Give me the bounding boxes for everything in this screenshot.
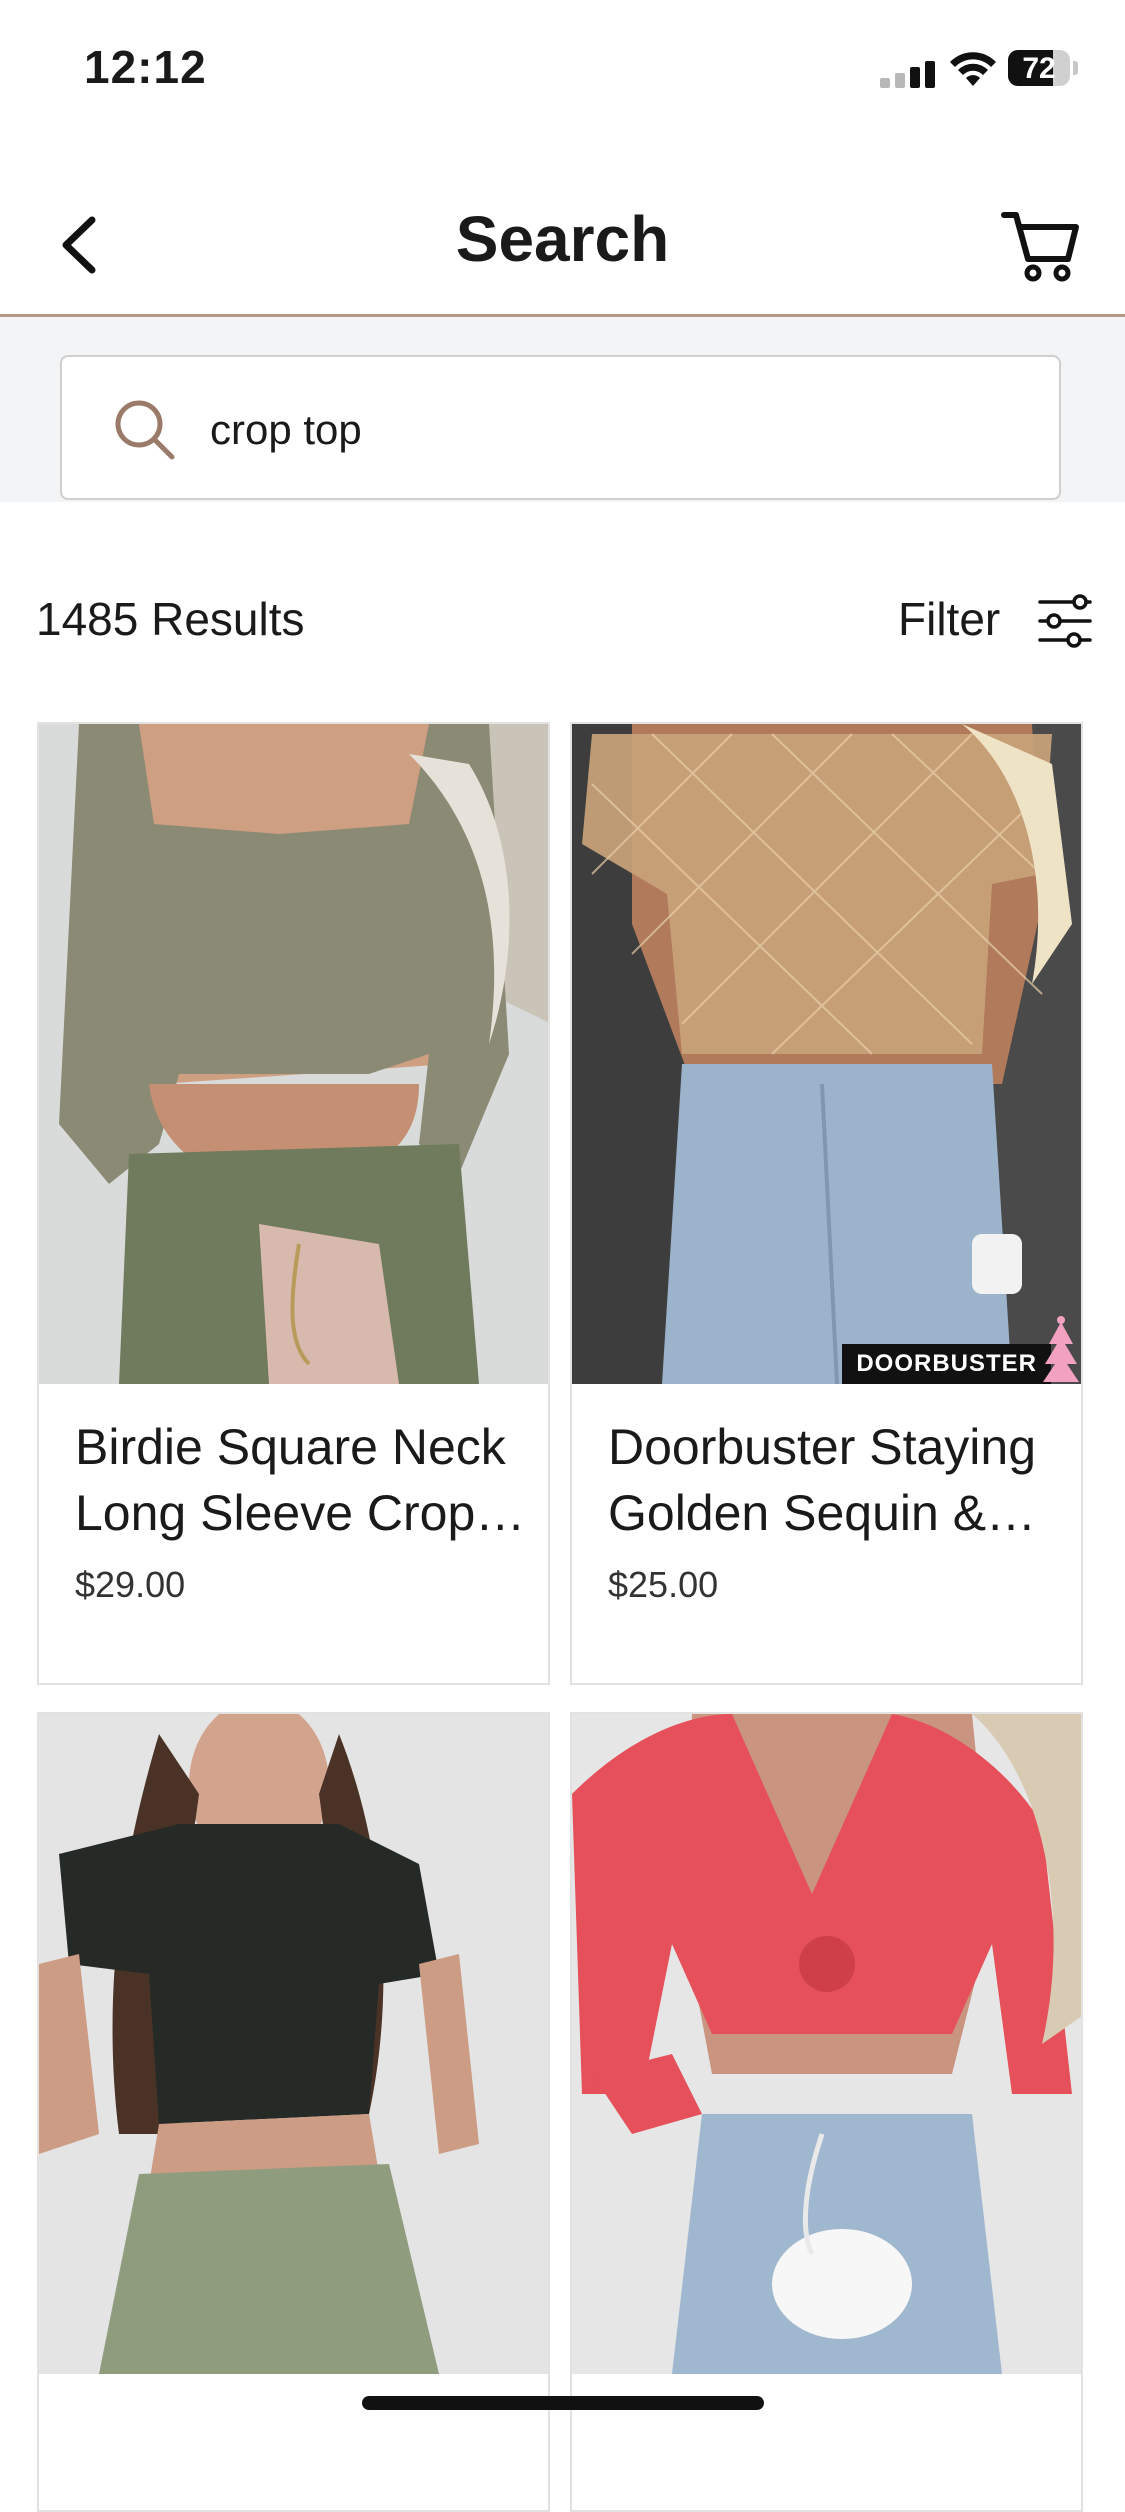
search-bar[interactable] <box>60 355 1061 500</box>
product-image <box>39 1714 548 2374</box>
product-card[interactable]: DOORBUSTER Doorbuster Staying Golden Seq… <box>570 722 1083 1685</box>
status-time: 12:12 <box>84 41 207 93</box>
wifi-icon <box>950 52 996 86</box>
home-indicator <box>362 2396 764 2410</box>
battery-icon: 72 <box>1008 50 1078 86</box>
results-count: 1485 Results <box>36 593 305 645</box>
product-card[interactable] <box>37 1712 550 2512</box>
product-card[interactable]: Birdie Square Neck Long Sleeve Crop… $29… <box>37 722 550 1685</box>
product-image <box>572 1714 1081 2374</box>
product-card[interactable] <box>570 1712 1083 2512</box>
filter-button[interactable]: Filter <box>898 584 1098 660</box>
product-image: DOORBUSTER <box>572 724 1081 1384</box>
product-price: $25.00 <box>608 1564 719 1605</box>
app-header: Search <box>0 170 1125 315</box>
page-title: Search <box>455 203 670 275</box>
sliders-icon <box>1038 594 1092 648</box>
product-name: Birdie Square Neck Long Sleeve Crop… <box>75 1419 526 1541</box>
status-bar: 12:12 72 <box>0 0 1125 140</box>
search-input[interactable] <box>210 395 1010 465</box>
search-area <box>0 317 1125 502</box>
filter-label: Filter <box>898 593 1001 645</box>
doorbuster-badge: DOORBUSTER <box>842 1344 1051 1384</box>
cart-icon[interactable] <box>1000 205 1080 283</box>
search-icon <box>115 400 175 460</box>
product-name: Doorbuster Staying Golden Sequin &… <box>608 1419 1037 1541</box>
christmas-tree-icon <box>1043 1316 1079 1382</box>
product-image <box>39 724 548 1384</box>
cellular-signal-icon <box>880 61 935 88</box>
battery-level: 72 <box>1022 52 1056 85</box>
product-price: $29.00 <box>75 1564 186 1605</box>
